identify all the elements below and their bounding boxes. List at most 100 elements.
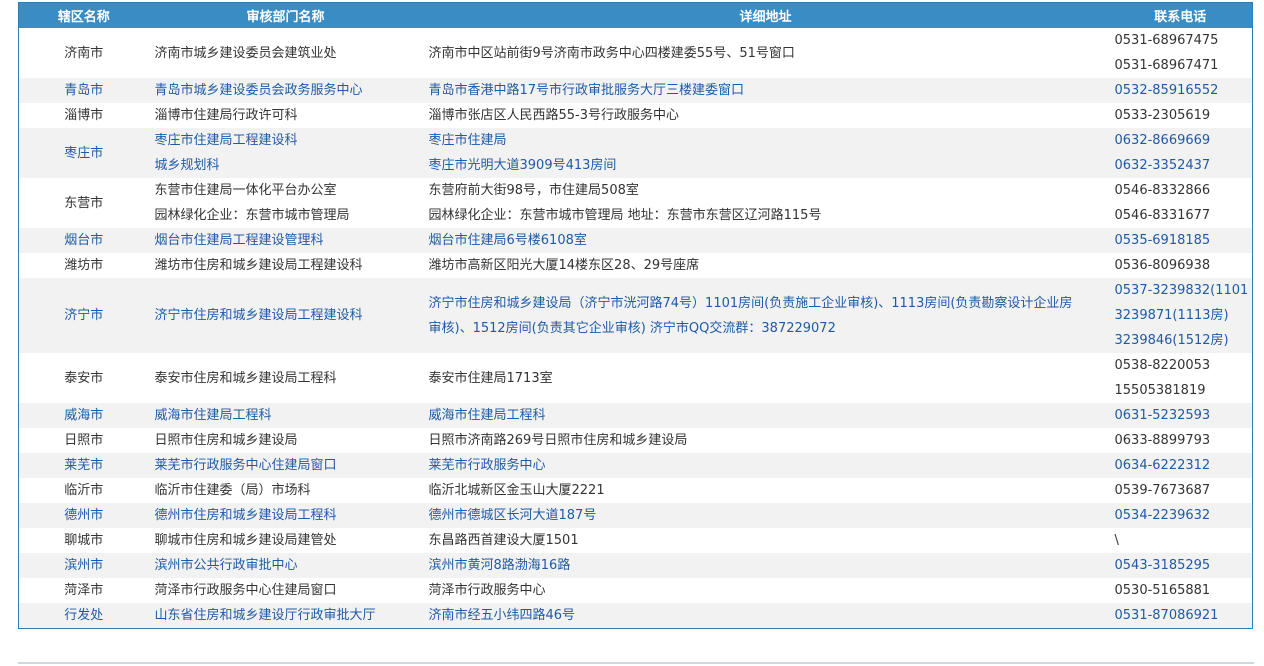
cell-dept: 烟台市住建局工程建设管理科 [148,228,423,253]
cell-address: 日照市济南路269号日照市住房和城乡建设局 [422,428,1109,453]
table-row: 日照市 日照市住房和城乡建设局 日照市济南路269号日照市住房和城乡建设局 0633-… [18,428,1253,453]
cell-phone: 0543-3185295 [1108,553,1253,578]
cell-phone-line: 15505381819 [1114,383,1206,398]
cell-dept-line: 园林绿化企业：东营市城市管理局 [154,208,350,223]
cell-dept: 聊城市住房和城乡建设局建管处 [148,528,423,553]
table-row: 滨州市 滨州市公共行政审批中心 滨州市黄河8路渤海16路 0543-3185295 [18,553,1253,578]
audit-departments-table: 辖区名称 审核部门名称 详细地址 联系电话 济南市 济南市城乡建设委员会建筑业处济… [18,2,1253,629]
cell-phone-line: 0533-2305619 [1114,108,1211,123]
table-row: 泰安市 泰安市住房和城乡建设局工程科 泰安市住建局1713室 0538-8220053… [18,353,1253,403]
cell-dept: 临沂市住建委（局）市场科 [148,478,423,503]
cell-phone: 0632-8669669 0632-3352437 [1108,128,1253,178]
cell-address-line: 审核)、1512房间(负责其它企业审核) 济宁市QQ交流群：387229072 [428,320,836,336]
table-row: 济宁市 济宁市住房和城乡建设局工程建设科 济宁市住房和城乡建设局（济宁市洸河路74号… [18,278,1253,353]
cell-dept: 滨州市公共行政审批中心 [148,553,423,578]
cell-address: 泰安市住建局1713室 [422,353,1109,403]
cell-region: 临沂市 [18,478,149,503]
cell-address: 东营府前大街98号，市住建局508室 园林绿化企业：东营市城市管理局 地址：东营市… [422,178,1109,228]
cell-dept-line: 临沂市住建委（局）市场科 [154,483,311,498]
cell-address: 莱芜市行政服务中心 [422,453,1109,478]
cell-dept: 潍坊市住房和城乡建设局工程建设科 [148,253,423,278]
cell-address: 东昌路西首建设大厦1501 [422,528,1109,553]
cell-dept-line: 枣庄市住建局工程建设科 [154,133,298,148]
cell-address-line: 济宁市住房和城乡建设局（济宁市洸河路74号）1101房间(负责施工企业审核)、1… [428,295,1073,311]
header-region: 辖区名称 [18,2,149,28]
table-row: 枣庄市 枣庄市住建局工程建设科 城乡规划科 枣庄市住建局枣庄市光明大道3909号413… [18,128,1253,178]
table-body: 济南市 济南市城乡建设委员会建筑业处 济南市中区站前街9号济南市政务中心四楼建委55… [18,28,1253,629]
cell-phone: 0534-2239632 [1108,503,1253,528]
table-row: 潍坊市 潍坊市住房和城乡建设局工程建设科 潍坊市高新区阳光大厦14楼东区28、29号… [18,253,1253,278]
table-header-row: 辖区名称 审核部门名称 详细地址 联系电话 [18,2,1253,28]
cell-address: 烟台市住建局6号楼6108室 [422,228,1109,253]
cell-address-line: 潍坊市高新区阳光大厦14楼东区28、29号座席 [428,258,700,273]
cell-phone: 0532-85916552 [1108,78,1253,103]
cell-dept-line: 山东省住房和城乡建设厅行政审批大厅 [154,608,376,623]
page: 辖区名称 审核部门名称 详细地址 联系电话 济南市 济南市城乡建设委员会建筑业处济… [0,0,1264,666]
table-row: 聊城市 聊城市住房和城乡建设局建管处 东昌路西首建设大厦1501 \ [18,528,1253,553]
cell-dept: 淄博市住建局行政许可科 [148,103,423,128]
cell-address-line: 园林绿化企业：东营市城市管理局 地址：东营市东营区辽河路115号 [428,208,822,223]
cell-phone: 0631-5232593 [1108,403,1253,428]
cell-dept: 菏泽市行政服务中心住建局窗口 [148,578,423,603]
table-row: 济南市 济南市城乡建设委员会建筑业处 济南市中区站前街9号济南市政务中心四楼建委55… [18,28,1253,78]
cell-phone-line: 0536-8096938 [1114,258,1211,273]
cell-phone: 0530-5165881 [1108,578,1253,603]
cell-dept-line: 威海市住建局工程科 [154,408,272,423]
bottom-divider [18,662,1254,664]
header-dept: 审核部门名称 [148,2,423,28]
cell-dept: 威海市住建局工程科 [148,403,423,428]
cell-address-line: 威海市住建局工程科 [428,408,546,423]
cell-address-line: 日照市济南路269号日照市住房和城乡建设局 [428,433,688,448]
cell-phone-line: 0531-87086921 [1114,608,1219,623]
cell-region: 莱芜市 [18,453,149,478]
cell-phone-line: 0531-68967471 [1114,58,1219,73]
cell-phone-line: 0634-6222312 [1114,458,1211,473]
cell-dept: 德州市住房和城乡建设局工程科 [148,503,423,528]
cell-address: 菏泽市行政服务中心 [422,578,1109,603]
cell-address-line: 枣庄市光明大道3909号413房间 [428,158,617,173]
cell-dept: 青岛市城乡建设委员会政务服务中心 [148,78,423,103]
cell-phone: 0537-3239832(1101 3239871(1113房) 3239846(1… [1108,278,1253,353]
table-row: 莱芜市 莱芜市行政服务中心住建局窗口 莱芜市行政服务中心 0634-6222312 [18,453,1253,478]
cell-region: 滨州市 [18,553,149,578]
cell-address: 滨州市黄河8路渤海16路 [422,553,1109,578]
table-row: 青岛市 青岛市城乡建设委员会政务服务中心 青岛市香港中路17号市行政审批服务大厅三楼… [18,78,1253,103]
cell-dept-line: 东营市住建局一体化平台办公室 [154,183,337,198]
cell-dept: 山东省住房和城乡建设厅行政审批大厅 [148,603,423,629]
cell-address: 济南市中区站前街9号济南市政务中心四楼建委55号、51号窗口 [422,28,1109,78]
cell-phone-line: 3239871(1113房) [1114,308,1229,323]
cell-address: 济宁市住房和城乡建设局（济宁市洸河路74号）1101房间(负责施工企业审核)、1… [422,278,1109,353]
cell-dept-line: 青岛市城乡建设委员会政务服务中心 [154,83,363,98]
cell-dept-line: 滨州市公共行政审批中心 [154,558,298,573]
cell-phone-line: 0532-85916552 [1114,83,1219,98]
cell-address: 临沂北城新区金玉山大厦2221 [422,478,1109,503]
cell-phone-line: 0633-8899793 [1114,433,1211,448]
table-row: 临沂市 临沂市住建委（局）市场科 临沂北城新区金玉山大厦2221 0539-76736… [18,478,1253,503]
cell-phone-line: \ [1114,533,1119,548]
cell-address: 青岛市香港中路17号市行政审批服务大厅三楼建委窗口 [422,78,1109,103]
cell-phone: 0539-7673687 [1108,478,1253,503]
cell-dept-line: 济南市城乡建设委员会建筑业处 [154,45,337,61]
table-row: 行发处 山东省住房和城乡建设厅行政审批大厅 济南市经五小纬四路46号 0531-870… [18,603,1253,629]
cell-address-line: 烟台市住建局6号楼6108室 [428,233,587,248]
table-row: 东营市 东营市住建局一体化平台办公室 园林绿化企业：东营市城市管理局 东营府前大街98… [18,178,1253,228]
cell-address-line: 枣庄市住建局 [428,133,507,148]
cell-address: 威海市住建局工程科 [422,403,1109,428]
cell-address-line: 泰安市住建局1713室 [428,370,553,386]
cell-address-line: 青岛市香港中路17号市行政审批服务大厅三楼建委窗口 [428,83,745,98]
cell-dept: 枣庄市住建局工程建设科 城乡规划科 [148,128,423,178]
cell-address: 潍坊市高新区阳光大厦14楼东区28、29号座席 [422,253,1109,278]
cell-phone: 0531-68967475 0531-68967471 [1108,28,1253,78]
cell-phone-line: 0631-5232593 [1114,408,1211,423]
cell-phone-line: 0632-8669669 [1114,133,1211,148]
cell-dept-line: 淄博市住建局行政许可科 [154,108,298,123]
cell-phone-line: 0546-8332866 [1114,183,1211,198]
cell-dept: 济南市城乡建设委员会建筑业处 [148,28,423,78]
cell-phone-line: 0530-5165881 [1114,583,1211,598]
cell-phone-line: 0539-7673687 [1114,483,1211,498]
cell-address-line: 临沂北城新区金玉山大厦2221 [428,483,605,498]
cell-region: 淄博市 [18,103,149,128]
cell-region: 枣庄市 [18,128,149,178]
header-address: 详细地址 [422,2,1109,28]
cell-region: 济南市 [18,28,149,78]
